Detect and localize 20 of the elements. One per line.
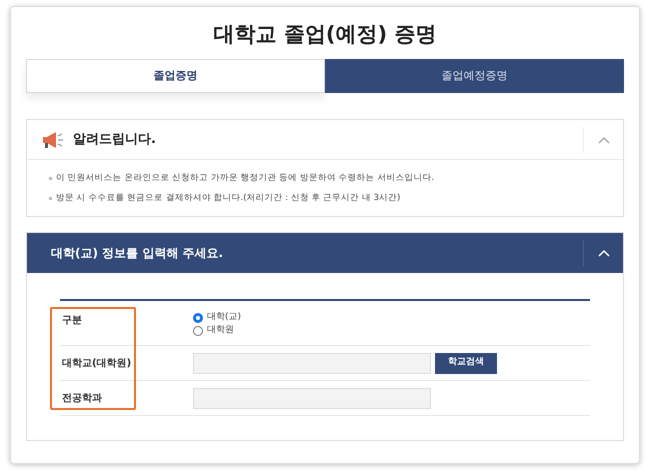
field-label: 대학교(대학원): [61, 356, 132, 370]
notice-text: 이 민원서비스는 온라인으로 신청하고 가까운 행정기관 등에 방문하여 수령하는 서비스입니다.: [56, 172, 434, 185]
tab[interactable]: 졸업예정증명: [325, 59, 624, 93]
field-label: 구분: [61, 314, 83, 328]
chevron-up-icon: [598, 249, 610, 257]
radio-option[interactable]: 대학원: [193, 324, 242, 337]
chevron-up-icon: [598, 136, 610, 144]
input-field[interactable]: [193, 352, 431, 374]
radio-option[interactable]: 대학(교): [193, 311, 242, 324]
bullet-icon: [49, 176, 52, 180]
field-label: 전공학과: [61, 392, 103, 406]
input-field[interactable]: [193, 388, 431, 408]
school-search-button[interactable]: 학교검색: [435, 352, 497, 374]
section-title: 대학(교) 정보를 입력해 주세요.: [51, 245, 224, 262]
megaphone-icon: [41, 130, 65, 148]
notice-title: 알려드립니다.: [73, 130, 157, 149]
tab[interactable]: 졸업증명: [26, 59, 325, 93]
notice-text: 방문 시 수수료를 현금으로 결제하셔야 합니다.(처리기간 : 신청 후 근무시간 내 3시간): [56, 192, 400, 205]
page-title: 대학교 졸업(예정) 증명: [212, 21, 438, 48]
bullet-icon: [49, 196, 52, 200]
